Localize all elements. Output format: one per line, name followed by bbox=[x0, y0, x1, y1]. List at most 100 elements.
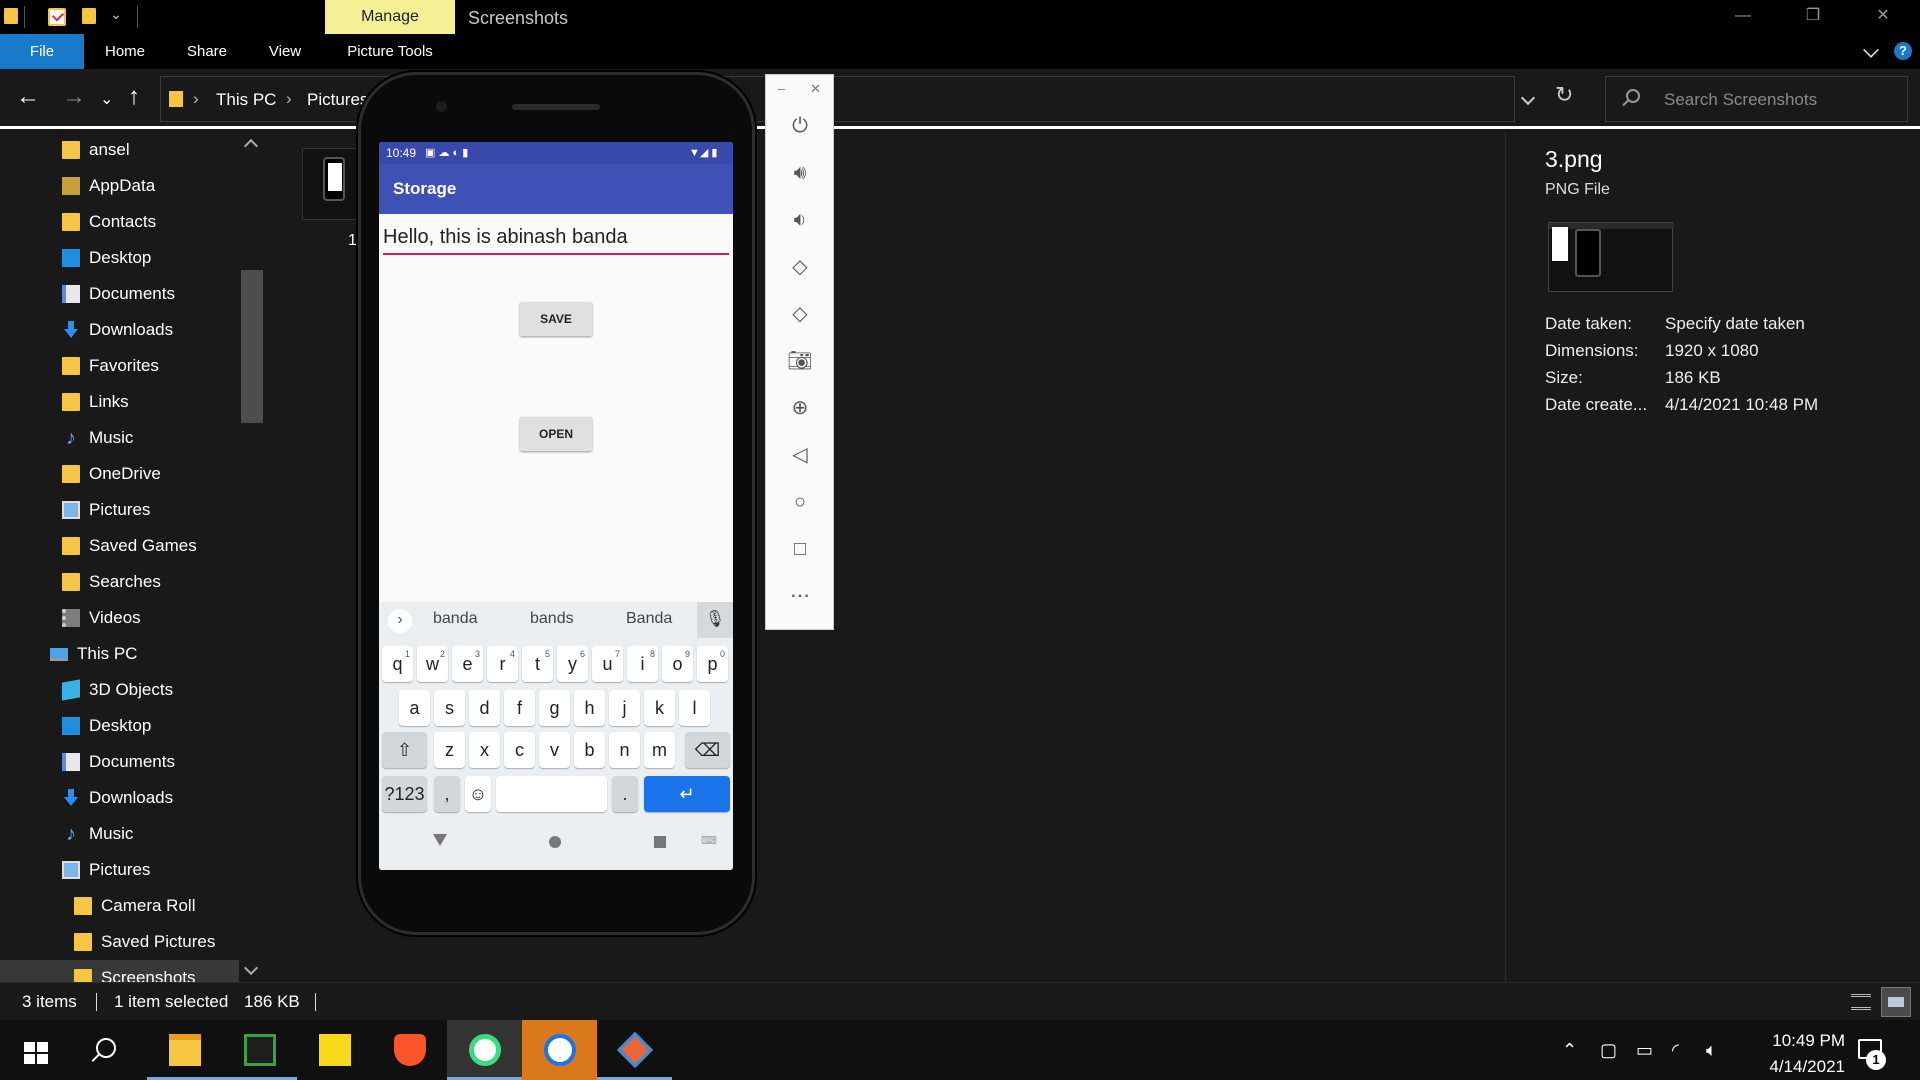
emulator-minimize-icon[interactable]: – bbox=[778, 81, 785, 96]
manage-tab[interactable]: Manage bbox=[325, 0, 455, 34]
overview-icon[interactable]: □ bbox=[781, 533, 819, 565]
emoji-key[interactable]: ☺ bbox=[465, 776, 491, 812]
zoom-icon[interactable]: ⊕ bbox=[781, 392, 819, 424]
volume-icon[interactable]: 🔈︎ bbox=[1706, 1040, 1717, 1061]
forward-arrow-icon[interactable]: → bbox=[62, 85, 86, 109]
key[interactable]: x bbox=[469, 732, 500, 768]
key[interactable]: y6 bbox=[557, 646, 588, 682]
key[interactable]: n bbox=[609, 732, 640, 768]
clock[interactable]: 10:49 PM 4/14/2021 bbox=[1735, 1028, 1845, 1080]
nav-item[interactable]: Documents bbox=[0, 276, 250, 312]
text-input-field[interactable]: Hello, this is abinash banda bbox=[383, 226, 729, 255]
shift-key[interactable]: ⇧ bbox=[382, 732, 427, 768]
comma-key[interactable]: , bbox=[434, 776, 460, 812]
key[interactable]: t5 bbox=[522, 646, 553, 682]
nav-item[interactable]: ansel bbox=[0, 132, 250, 168]
save-button[interactable]: SAVE bbox=[520, 302, 592, 336]
key[interactable]: d bbox=[469, 690, 500, 726]
key[interactable]: a bbox=[399, 690, 430, 726]
microphone-icon[interactable]: 🎙︎ bbox=[697, 602, 733, 638]
key[interactable]: p0 bbox=[697, 646, 728, 682]
more-icon[interactable]: ⋯ bbox=[781, 580, 819, 612]
nav-item[interactable]: Downloads bbox=[0, 312, 250, 348]
android-emulator-icon[interactable] bbox=[522, 1020, 597, 1080]
new-folder-icon[interactable] bbox=[82, 8, 96, 24]
wifi-icon[interactable]: ◜ bbox=[1672, 1040, 1679, 1061]
nav-item[interactable]: This PC bbox=[0, 636, 250, 672]
nav-item[interactable]: Favorites bbox=[0, 348, 250, 384]
nav-item[interactable]: AppData bbox=[0, 168, 250, 204]
key[interactable]: u7 bbox=[592, 646, 623, 682]
key[interactable]: o9 bbox=[662, 646, 693, 682]
tab-file[interactable]: File bbox=[0, 34, 84, 69]
nav-item[interactable]: Screenshots bbox=[0, 960, 250, 982]
suggestion[interactable]: banda bbox=[433, 610, 478, 628]
help-icon[interactable]: ? bbox=[1894, 42, 1912, 60]
nav-item[interactable]: Pictures bbox=[0, 492, 250, 528]
properties-icon[interactable] bbox=[48, 8, 66, 26]
suggestion[interactable]: bands bbox=[530, 610, 574, 628]
keyboard-switch-icon[interactable]: ⌨ bbox=[701, 834, 717, 847]
tab-home[interactable]: Home bbox=[90, 34, 160, 69]
back-icon[interactable]: ◁ bbox=[781, 439, 819, 471]
customize-toolbar-icon[interactable]: ⌄ bbox=[110, 6, 122, 23]
nav-item[interactable]: 3D Objects bbox=[0, 672, 250, 708]
nav-item[interactable]: Links bbox=[0, 384, 250, 420]
recent-locations-icon[interactable]: ⌄ bbox=[100, 88, 113, 112]
key[interactable]: v bbox=[539, 732, 570, 768]
suggestion[interactable]: Banda bbox=[626, 610, 672, 628]
nav-item[interactable]: OneDrive bbox=[0, 456, 250, 492]
breadcrumb-pictures[interactable]: Pictures bbox=[307, 90, 368, 110]
rotate-left-icon[interactable]: ◇ bbox=[781, 251, 819, 283]
key[interactable]: f bbox=[504, 690, 535, 726]
nav-item[interactable]: Saved Pictures bbox=[0, 924, 250, 960]
nav-item[interactable]: Saved Games bbox=[0, 528, 250, 564]
key[interactable]: g bbox=[539, 690, 570, 726]
file-thumbnail[interactable] bbox=[302, 148, 362, 220]
key[interactable]: z bbox=[434, 732, 465, 768]
minimize-button[interactable]: — bbox=[1708, 0, 1778, 34]
nav-recents-icon[interactable] bbox=[654, 836, 666, 848]
key[interactable]: l bbox=[679, 690, 710, 726]
enter-key[interactable]: ↵ bbox=[644, 776, 730, 812]
maximize-button[interactable]: ❐ bbox=[1778, 0, 1848, 34]
up-arrow-icon[interactable]: ↑ bbox=[128, 85, 140, 109]
battery-icon[interactable]: ▭ bbox=[1636, 1040, 1653, 1061]
key[interactable]: q1 bbox=[382, 646, 413, 682]
file-explorer-icon[interactable] bbox=[147, 1020, 222, 1080]
key[interactable]: c bbox=[504, 732, 535, 768]
search-box[interactable]: Search Screenshots bbox=[1605, 76, 1908, 122]
key[interactable]: s bbox=[434, 690, 465, 726]
gitkraken-icon[interactable] bbox=[597, 1020, 672, 1080]
symbols-key[interactable]: ?123 bbox=[382, 776, 427, 812]
address-dropdown-icon[interactable] bbox=[1520, 90, 1536, 106]
emulator-close-icon[interactable]: ✕ bbox=[810, 81, 821, 97]
brave-browser-icon[interactable] bbox=[372, 1020, 447, 1080]
key[interactable]: h bbox=[574, 690, 605, 726]
key[interactable]: i8 bbox=[627, 646, 658, 682]
tab-picture-tools[interactable]: Picture Tools bbox=[325, 34, 455, 69]
key[interactable]: m bbox=[644, 732, 675, 768]
refresh-icon[interactable]: ↻ bbox=[1555, 82, 1573, 108]
nav-item[interactable]: Pictures bbox=[0, 852, 250, 888]
android-studio-icon[interactable] bbox=[447, 1020, 522, 1080]
nav-item[interactable]: ♪ Music bbox=[0, 420, 250, 456]
period-key[interactable]: . bbox=[612, 776, 638, 812]
screenshot-icon[interactable]: 📷︎ bbox=[781, 345, 819, 377]
nav-scrollbar[interactable] bbox=[239, 132, 264, 982]
meet-now-icon[interactable]: ▢ bbox=[1600, 1040, 1617, 1061]
nav-item[interactable]: ♪ Music bbox=[0, 816, 250, 852]
key[interactable]: k bbox=[644, 690, 675, 726]
key[interactable]: e3 bbox=[452, 646, 483, 682]
nav-item[interactable]: Videos bbox=[0, 600, 250, 636]
nav-item[interactable]: Documents bbox=[0, 744, 250, 780]
home-icon[interactable]: ○ bbox=[781, 486, 819, 518]
details-view-icon[interactable] bbox=[1851, 994, 1871, 1010]
nav-home-icon[interactable] bbox=[549, 836, 561, 848]
open-button[interactable]: OPEN bbox=[520, 417, 592, 451]
volume-up-icon[interactable]: 🔊︎ bbox=[781, 157, 819, 189]
nav-item[interactable]: Searches bbox=[0, 564, 250, 600]
search-icon[interactable] bbox=[96, 1038, 116, 1058]
rotate-right-icon[interactable]: ◇ bbox=[781, 298, 819, 330]
nav-back-icon[interactable] bbox=[433, 834, 447, 846]
